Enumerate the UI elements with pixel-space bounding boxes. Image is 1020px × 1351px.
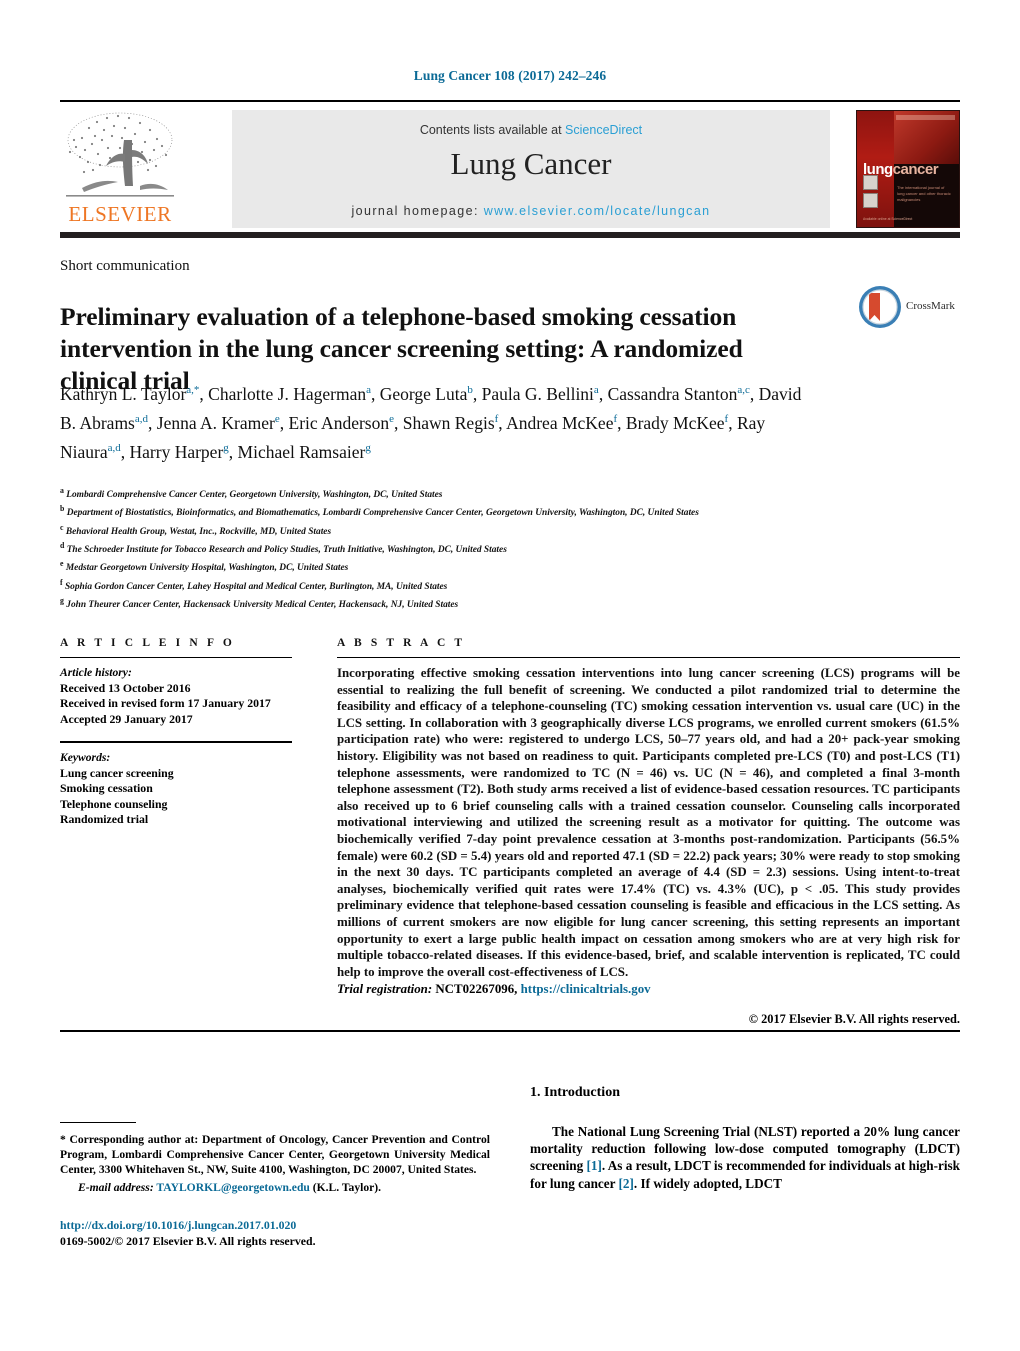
affiliation-text: Medstar Georgetown University Hospital, … <box>65 563 349 574</box>
affiliation-text: The Schroeder Institute for Tobacco Rese… <box>66 545 507 556</box>
introduction-column: 1. Introduction The National Lung Screen… <box>530 1085 960 1192</box>
contents-lists-line: Contents lists available at ScienceDirec… <box>232 123 830 137</box>
email-label: E-mail address: <box>78 1181 154 1195</box>
abstract-text: Incorporating effective smoking cessatio… <box>337 666 960 979</box>
article-history-item: Accepted 29 January 2017 <box>60 711 193 726</box>
trial-registration-value: NCT02267096, <box>435 982 518 997</box>
affiliation-item: d The Schroeder Institute for Tobacco Re… <box>60 539 850 557</box>
elsevier-logo: ELSEVIER <box>60 110 180 228</box>
affiliation-list: a Lombardi Comprehensive Cancer Center, … <box>60 484 850 612</box>
affiliation-marker: b <box>60 504 65 514</box>
cover-icon-badge-2 <box>863 193 878 208</box>
sciencedirect-link[interactable]: ScienceDirect <box>565 123 642 137</box>
cover-icons <box>863 175 878 211</box>
cover-footer: Available online at ScienceDirect <box>863 217 913 221</box>
affiliation-text: Sophia Gordon Cancer Center, Lahey Hospi… <box>64 581 448 592</box>
cover-header-strip <box>895 115 955 120</box>
introduction-paragraph: The National Lung Screening Trial (NLST)… <box>530 1124 960 1191</box>
affiliation-text: Department of Biostatistics, Bioinformat… <box>66 508 699 519</box>
affiliation-item: c Behavioral Health Group, Westat, Inc.,… <box>60 521 850 539</box>
keyword-item: Smoking cessation <box>60 781 153 795</box>
affiliation-text: John Theurer Cancer Center, Hackensack U… <box>66 600 459 611</box>
crossmark-icon <box>859 286 901 328</box>
affiliation-item: f Sophia Gordon Cancer Center, Lahey Hos… <box>60 576 850 594</box>
crossmark-badge[interactable]: CrossMark <box>858 285 958 331</box>
elsevier-tree-icon <box>62 110 178 202</box>
affiliation-text: Behavioral Health Group, Westat, Inc., R… <box>65 526 332 537</box>
affiliation-marker: d <box>60 540 65 550</box>
homepage-url-link[interactable]: www.elsevier.com/locate/lungcan <box>484 204 711 218</box>
affiliation-item: a Lombardi Comprehensive Cancer Center, … <box>60 484 850 502</box>
journal-cover-thumbnail: lungcancer The international journal of … <box>856 110 960 228</box>
affiliation-item: g John Theurer Cancer Center, Hackensack… <box>60 594 850 612</box>
email-link[interactable]: TAYLORKL@georgetown.edu <box>156 1181 309 1194</box>
article-info-column: A R T I C L E I N F O Article history: R… <box>60 637 292 828</box>
keywords-label: Keywords: <box>60 751 111 764</box>
affiliation-marker: f <box>60 577 63 587</box>
crossmark-label: CrossMark <box>906 300 955 312</box>
keyword-item: Telephone counseling <box>60 796 168 811</box>
article-history-item: Received 13 October 2016 <box>60 680 191 695</box>
cover-logo-part2: cancer <box>892 161 939 178</box>
email-note: E-mail address: TAYLORKL@georgetown.edu … <box>60 1180 490 1195</box>
doi-block: http://dx.doi.org/10.1016/j.lungcan.2017… <box>60 1218 490 1249</box>
journal-masthead: ELSEVIER Contents lists available at Sci… <box>60 100 960 230</box>
affiliation-marker: c <box>60 522 64 532</box>
abstract-copyright: © 2017 Elsevier B.V. All rights reserved… <box>748 1012 960 1027</box>
abstract-column: A B S T R A C T Incorporating effective … <box>337 637 960 1027</box>
affiliation-item: e Medstar Georgetown University Hospital… <box>60 557 850 575</box>
footnote-separator-rule <box>60 1122 136 1124</box>
article-info-rule <box>60 657 292 658</box>
homepage-prefix: journal homepage: <box>351 204 484 218</box>
article-history-item: Received in revised form 17 January 2017 <box>60 696 271 710</box>
abstract-bottom-rule <box>60 1030 960 1032</box>
cover-subtitle: The international journal of lung cancer… <box>897 185 951 202</box>
contents-lists-prefix: Contents lists available at <box>419 123 566 137</box>
affiliation-item: b Department of Biostatistics, Bioinform… <box>60 502 850 520</box>
affiliation-text: Lombardi Comprehensive Cancer Center, Ge… <box>66 490 443 501</box>
trial-registration-label: Trial registration: <box>337 982 433 997</box>
masthead-thick-rule <box>60 232 960 238</box>
footnote-column: * Corresponding author at: Department of… <box>60 1122 490 1195</box>
affiliation-marker: g <box>60 595 64 605</box>
keyword-item: Randomized trial <box>60 812 149 826</box>
journal-homepage-line: journal homepage: www.elsevier.com/locat… <box>232 204 830 218</box>
affiliation-marker: e <box>60 559 64 569</box>
keywords-rule <box>60 741 292 743</box>
author-list: Kathryn L. Taylora,*, Charlotte J. Hager… <box>60 383 802 462</box>
trial-registration: Trial registration: NCT02267096, https:/… <box>337 981 960 998</box>
keyword-item: Lung cancer screening <box>60 765 174 780</box>
article-type: Short communication <box>60 258 190 274</box>
doi-link[interactable]: http://dx.doi.org/10.1016/j.lungcan.2017… <box>60 1218 490 1234</box>
elsevier-wordmark: ELSEVIER <box>68 202 172 226</box>
email-owner: (K.L. Taylor). <box>309 1181 382 1195</box>
running-head: Lung Cancer 108 (2017) 242–246 <box>413 68 607 83</box>
journal-title: Lung Cancer <box>450 146 612 181</box>
article-history-label: Article history: <box>60 666 132 679</box>
cover-icon-badge-1 <box>863 175 878 190</box>
journal-article-page: Lung Cancer 108 (2017) 242–246 ELSEVIER … <box>0 0 1020 1351</box>
corresponding-author-note: * Corresponding author at: Department of… <box>60 1133 490 1177</box>
issn-copyright-line: 0169-5002/© 2017 Elsevier B.V. All right… <box>60 1233 316 1248</box>
introduction-heading: 1. Introduction <box>530 1085 620 1100</box>
article-info-heading: A R T I C L E I N F O <box>60 637 235 649</box>
affiliation-marker: a <box>60 486 64 495</box>
masthead-top-rule <box>60 100 960 102</box>
journal-banner: Contents lists available at ScienceDirec… <box>232 110 830 228</box>
abstract-rule <box>337 657 960 658</box>
clinicaltrials-link[interactable]: https://clinicaltrials.gov <box>521 982 651 996</box>
abstract-heading: A B S T R A C T <box>337 637 466 649</box>
